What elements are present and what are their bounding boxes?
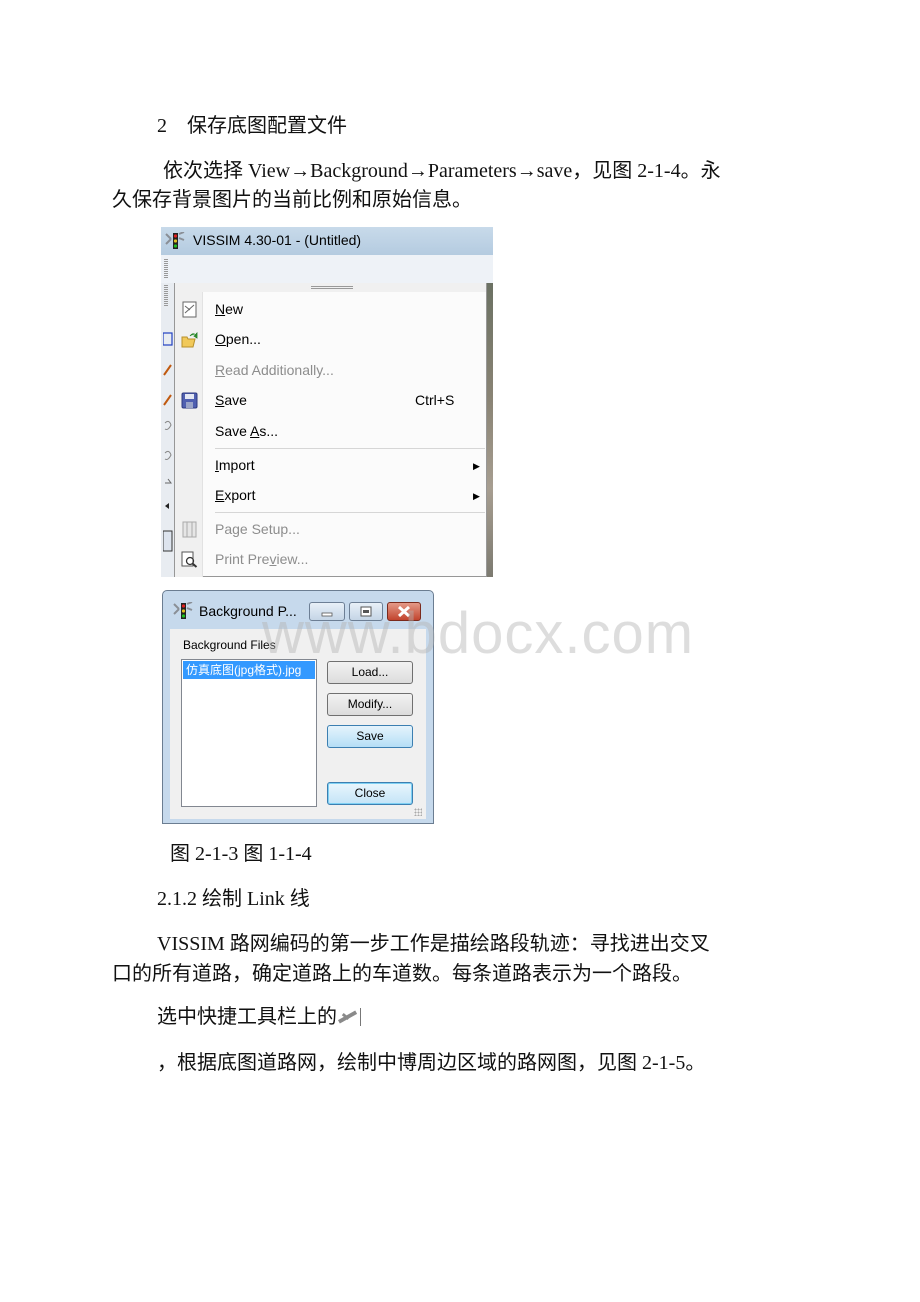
paragraph-line: 选中快捷工具栏上的 <box>157 1003 361 1031</box>
list-item[interactable]: 仿真底图(jpg格式).jpg <box>183 661 315 679</box>
close-icon <box>397 605 411 618</box>
new-document-icon <box>182 301 197 318</box>
menu-separator <box>215 512 485 513</box>
menu-item-page-setup: Page Setup... <box>215 521 300 537</box>
file-menu-dropdown: New Open... Read Additionally... Save Ct… <box>174 283 487 577</box>
menu-bar: File Edit View Base Data Traffic Signa <box>161 255 493 311</box>
paragraph-line: VISSIM 路网编码的第一步工作是描绘路段轨迹：寻找进出交叉 <box>157 933 710 955</box>
menu-item-import[interactable]: Import <box>215 457 255 473</box>
figure-caption: 图 2-1-3 图 1-1-4 <box>170 843 312 865</box>
submenu-arrow-icon: ▶ <box>473 491 480 501</box>
background-files-label: Background Files <box>183 638 276 652</box>
maximize-button[interactable] <box>349 602 383 621</box>
menu-item-export[interactable]: Export <box>215 487 255 503</box>
paragraph-line: ，根据底图道路网，绘制中博周边区域的路网图，见图 2-1-5。 <box>157 1052 706 1074</box>
close-window-button[interactable] <box>387 602 421 621</box>
vissim-window-screenshot: VISSIM 4.30-01 - (Untitled) File Edit Vi… <box>161 227 493 577</box>
toolbar-grip[interactable] <box>164 285 168 307</box>
minimize-icon <box>321 612 333 617</box>
section-title: 2.1.2 绘制 Link 线 <box>157 888 310 910</box>
close-button[interactable]: Close <box>327 782 413 805</box>
section-heading: 2 保存底图配置文件 <box>157 115 347 137</box>
left-toolbar <box>161 283 174 577</box>
menu-item-save-as[interactable]: Save As... <box>215 423 278 439</box>
menu-item-read-additionally: Read Additionally... <box>215 362 334 378</box>
dialog-title: Background P... <box>199 603 297 619</box>
toolbar-icons[interactable] <box>163 313 173 553</box>
menu-item-new[interactable]: New <box>215 301 243 317</box>
link-tool-icon <box>337 1008 361 1026</box>
save-button[interactable]: Save <box>327 725 413 748</box>
paragraph-line: 久保存背景图片的当前比例和原始信息。 <box>112 189 472 211</box>
minimize-button[interactable] <box>309 602 345 621</box>
maximize-icon <box>360 606 372 617</box>
menu-tearoff-grip[interactable] <box>175 283 486 292</box>
paragraph-line: 口的所有道路，确定道路上的车道数。每条道路表示为一个路段。 <box>112 963 692 985</box>
menu-item-save[interactable]: Save <box>215 392 247 408</box>
menu-item-print-preview: Print Preview... <box>215 551 309 567</box>
toolbar-grip[interactable] <box>164 259 168 279</box>
submenu-arrow-icon: ▶ <box>473 461 480 471</box>
background-parameters-dialog: Background P... Background Files 仿真底图(jp… <box>162 590 434 824</box>
vissim-app-icon <box>165 232 185 249</box>
page-setup-icon <box>182 521 197 538</box>
resize-grip[interactable] <box>414 808 422 816</box>
load-button[interactable]: Load... <box>327 661 413 684</box>
title-bar: VISSIM 4.30-01 - (Untitled) <box>161 227 493 255</box>
menu-separator <box>215 448 485 449</box>
vissim-app-icon <box>173 602 193 619</box>
shortcut-ctrl-s: Ctrl+S <box>415 392 455 408</box>
map-background <box>487 283 493 577</box>
background-files-list[interactable]: 仿真底图(jpg格式).jpg <box>181 659 317 807</box>
paragraph-text: 选中快捷工具栏上的 <box>157 1006 337 1028</box>
dialog-client-area: Background Files 仿真底图(jpg格式).jpg Load...… <box>170 629 426 819</box>
open-folder-icon <box>181 332 198 348</box>
modify-button[interactable]: Modify... <box>327 693 413 716</box>
paragraph-line: 依次选择 View→Background→Parameters→save，见图 … <box>163 160 721 182</box>
floppy-disk-icon <box>181 392 198 409</box>
menu-item-open[interactable]: Open... <box>215 331 261 347</box>
window-title: VISSIM 4.30-01 - (Untitled) <box>193 232 362 248</box>
print-preview-icon <box>181 551 198 568</box>
